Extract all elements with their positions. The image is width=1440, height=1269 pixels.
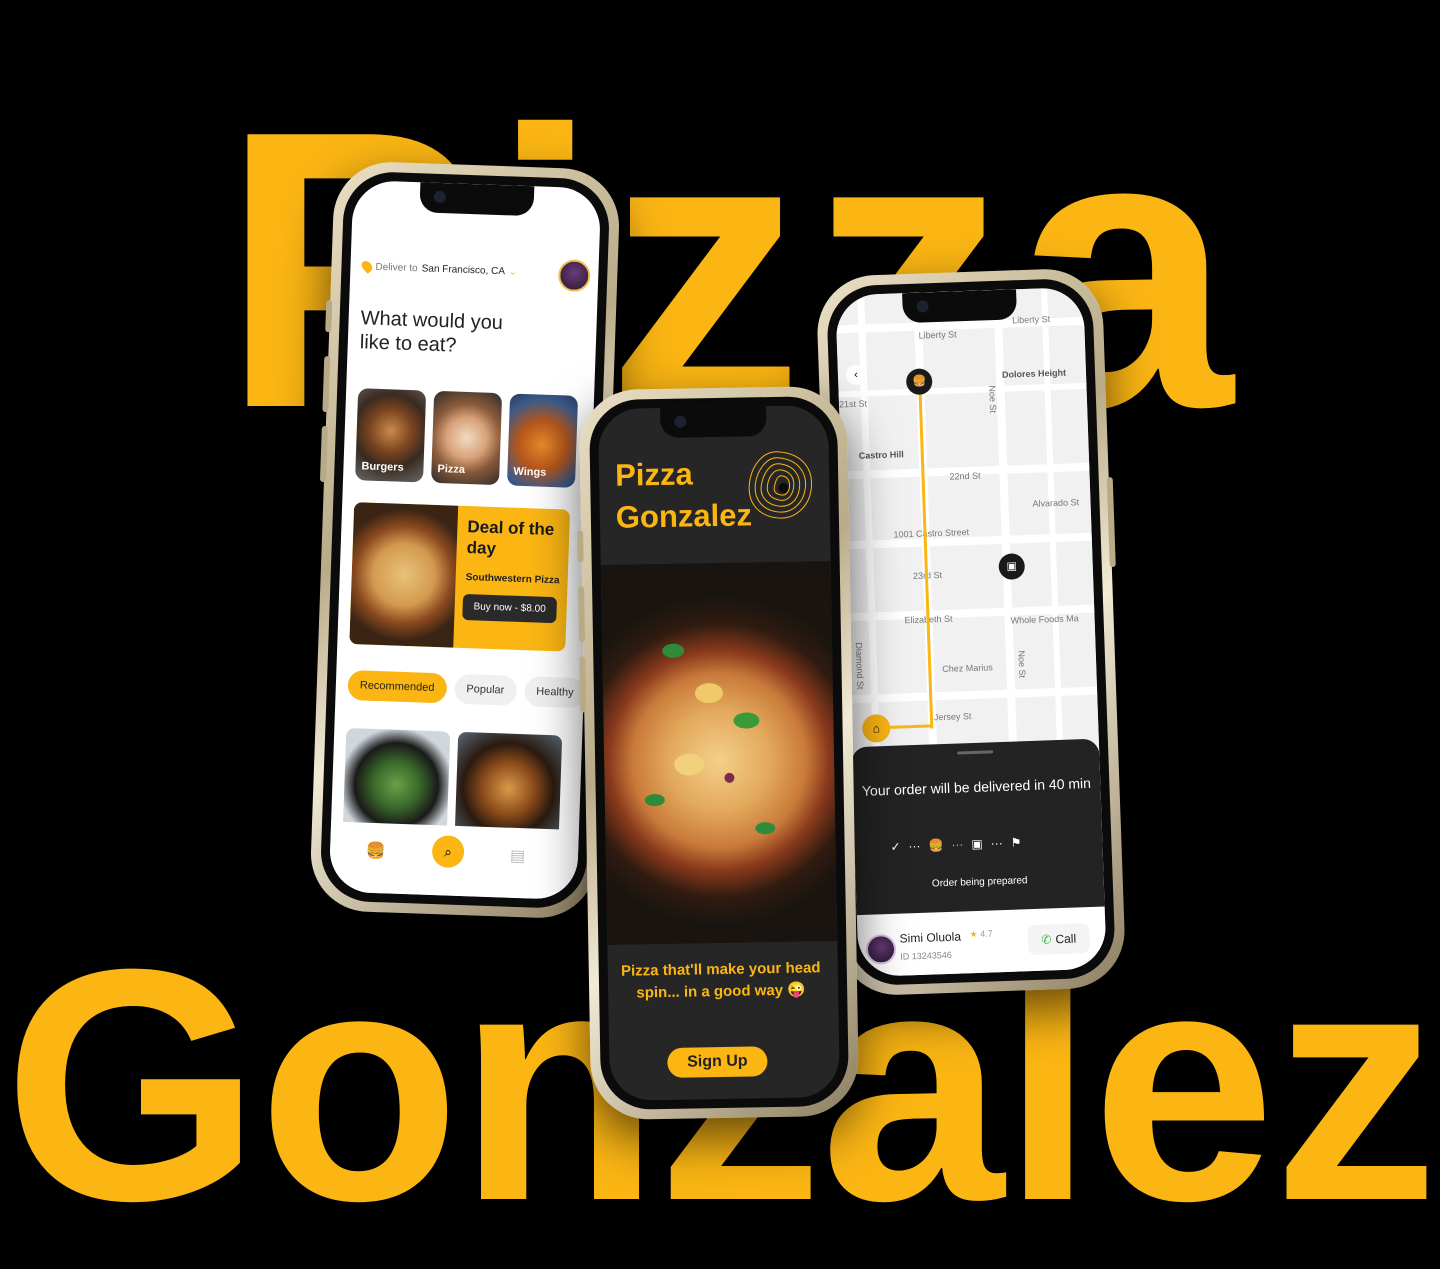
- notch: [902, 289, 1018, 324]
- deliver-to[interactable]: Deliver to San Francisco, CA ⌄: [359, 258, 517, 277]
- category-label: Wings: [513, 465, 547, 479]
- street-label: Chez Marius: [942, 662, 993, 675]
- progress-steps: ✓ ··· 🍔 ··· ▣ ··· ⚑: [890, 835, 1022, 854]
- street-label: Liberty St: [918, 329, 957, 341]
- driver-card: Simi Oluola ★ 4.7 ID 13243546 ✆ Call: [856, 906, 1107, 978]
- call-button[interactable]: ✆ Call: [1027, 923, 1091, 956]
- brand-line-2: Gonzalez: [615, 497, 753, 535]
- status-text: Order being prepared: [931, 875, 1028, 890]
- deal-item: Southwestern Pizza: [465, 572, 560, 587]
- home-screen: Deliver to San Francisco, CA ⌄ What woul…: [328, 179, 602, 901]
- notch: [660, 406, 767, 438]
- deal-title: Deal of the day: [466, 517, 555, 559]
- search-icon[interactable]: ⌕: [431, 835, 465, 869]
- category-label: Burgers: [361, 460, 404, 474]
- avatar[interactable]: [557, 259, 591, 293]
- call-label: Call: [1055, 931, 1077, 947]
- street-label: Noe St: [987, 385, 999, 414]
- driver-id: ID 13243546: [900, 949, 952, 962]
- street-label: Castro Hill: [858, 449, 904, 461]
- sheet-handle[interactable]: [957, 750, 994, 755]
- order-status-sheet: Your order will be delivered in 40 min ✓…: [850, 738, 1105, 924]
- chip-healthy[interactable]: Healthy: [523, 676, 587, 709]
- rating-value: 4.7: [979, 928, 993, 939]
- chip-popular[interactable]: Popular: [453, 673, 517, 706]
- brand-line-1: Pizza: [614, 456, 693, 493]
- deal-pizza-image: [349, 502, 459, 648]
- street-label: Jersey St: [933, 711, 972, 723]
- burger-step-icon: 🍔: [928, 838, 944, 853]
- delivery-map[interactable]: Liberty St Liberty St Dolores Height Noe…: [835, 286, 1100, 756]
- bottom-nav: 🍔 ⌕ ▤: [328, 821, 579, 901]
- star-icon: ★: [969, 928, 978, 940]
- chip-recommended[interactable]: Recommended: [347, 670, 447, 704]
- burger-nav-icon[interactable]: 🍔: [366, 841, 387, 862]
- food-card-salad[interactable]: [342, 727, 451, 832]
- chevron-down-icon: ⌄: [508, 265, 517, 277]
- deal-of-the-day-card[interactable]: Deal of the day Southwestern Pizza Buy n…: [349, 502, 571, 652]
- step-dots: ···: [908, 838, 921, 854]
- signup-screen: Pizza Gonzalez Pizza that'll make your h…: [597, 405, 841, 1101]
- deliver-label: Deliver to: [375, 261, 418, 274]
- street-label: Diamond St: [853, 642, 866, 690]
- phone-home-mockup: Deliver to San Francisco, CA ⌄ What woul…: [308, 160, 622, 920]
- category-burgers[interactable]: Burgers: [355, 388, 427, 483]
- category-wings[interactable]: Wings: [506, 393, 579, 488]
- eta-text: Your order will be delivered in 40 min: [861, 774, 1092, 799]
- receipt-icon[interactable]: ▤: [510, 846, 526, 867]
- buy-now-button[interactable]: Buy now - $8.00: [462, 593, 558, 624]
- deliver-city: San Francisco, CA: [421, 262, 506, 277]
- phone-signup-mockup: Pizza Gonzalez Pizza that'll make your h…: [577, 385, 860, 1121]
- car-step-icon: ▣: [971, 836, 983, 852]
- driver-avatar: [865, 933, 897, 965]
- brand-title: Pizza Gonzalez: [615, 452, 753, 538]
- flag-icon: ⚑: [1010, 835, 1022, 850]
- category-pizza[interactable]: Pizza: [430, 390, 503, 486]
- food-card-burger[interactable]: [454, 731, 563, 836]
- street-label: Whole Foods Ma: [1010, 613, 1079, 626]
- driver-rating: ★ 4.7: [969, 928, 992, 940]
- tracking-screen: Liberty St Liberty St Dolores Height Noe…: [835, 286, 1107, 978]
- phone-tracking-mockup: Liberty St Liberty St Dolores Height Noe…: [815, 267, 1127, 997]
- filter-chips: Recommended Popular Healthy: [347, 670, 587, 709]
- notch: [419, 182, 535, 217]
- sign-up-button[interactable]: Sign Up: [667, 1046, 768, 1078]
- street-label: Noe St: [1016, 650, 1028, 679]
- step-dots: ···: [951, 837, 964, 852]
- street-label: 22nd St: [949, 470, 981, 482]
- category-label: Pizza: [437, 462, 466, 476]
- street-label: Liberty St: [1011, 314, 1051, 326]
- swirl-logo-icon: [748, 451, 812, 519]
- step-dots: ···: [990, 836, 1003, 851]
- page-title: What would you like to eat?: [359, 307, 504, 357]
- tagline: Pizza that'll make your head spin... in …: [620, 959, 821, 1002]
- check-icon: ✓: [890, 839, 901, 854]
- car-pin-icon[interactable]: ▣: [998, 553, 1026, 580]
- driver-name: Simi Oluola: [899, 929, 962, 946]
- street-label: Alvarado St: [1032, 497, 1080, 509]
- street-label: Dolores Height: [1001, 367, 1067, 380]
- phone-icon: ✆: [1041, 932, 1052, 947]
- street-label: 21st St: [838, 398, 868, 410]
- home-pin-icon[interactable]: ⌂: [861, 713, 891, 743]
- location-pin-icon: [359, 258, 375, 274]
- hero-pizza-image: [600, 561, 838, 945]
